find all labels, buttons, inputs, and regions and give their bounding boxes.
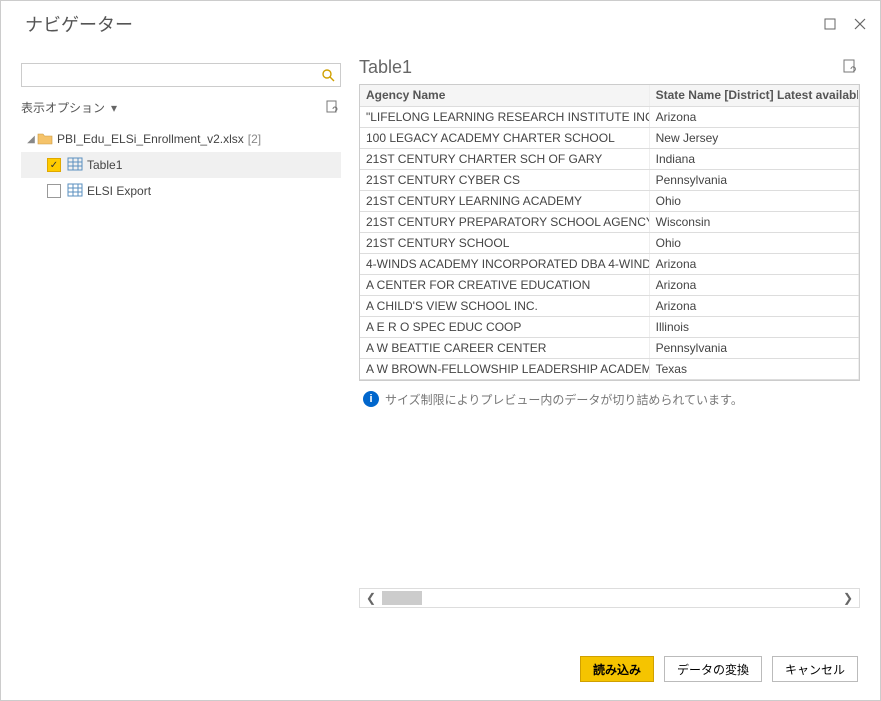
table-row[interactable]: A E R O SPEC EDUC COOPIllinois	[360, 316, 859, 337]
tree-item-label: Table1	[87, 158, 122, 172]
cancel-button[interactable]: キャンセル	[772, 656, 858, 682]
cell: A W BROWN-FELLOWSHIP LEADERSHIP ACADEMY	[360, 358, 649, 379]
table-row[interactable]: 21ST CENTURY PREPARATORY SCHOOL AGENCYWi…	[360, 211, 859, 232]
grid-body: "LIFELONG LEARNING RESEARCH INSTITUTE IN…	[360, 106, 859, 379]
refresh-icon[interactable]	[325, 100, 341, 116]
cell: "LIFELONG LEARNING RESEARCH INSTITUTE IN…	[360, 106, 649, 127]
window-title: ナビゲーター	[25, 11, 818, 37]
cell: 21ST CENTURY CYBER CS	[360, 169, 649, 190]
cell: Arizona	[649, 106, 858, 127]
display-options-label: 表示オプション	[21, 99, 105, 116]
cell: Arizona	[649, 253, 858, 274]
cell: 21ST CENTURY CHARTER SCH OF GARY	[360, 148, 649, 169]
search-input[interactable]	[26, 65, 320, 85]
tree-item-label: ELSI Export	[87, 184, 151, 198]
table-row[interactable]: A W BROWN-FELLOWSHIP LEADERSHIP ACADEMYT…	[360, 358, 859, 379]
preview-title: Table1	[359, 57, 842, 78]
title-bar: ナビゲーター	[1, 1, 880, 43]
cell: Indiana	[649, 148, 858, 169]
info-icon: i	[363, 391, 379, 407]
table-icon	[67, 183, 83, 199]
cell: A E R O SPEC EDUC COOP	[360, 316, 649, 337]
close-icon	[854, 18, 866, 30]
search-icon[interactable]	[320, 67, 336, 83]
truncation-text: サイズ制限によりプレビュー内のデータが切り詰められています。	[385, 391, 743, 408]
cell: 21ST CENTURY SCHOOL	[360, 232, 649, 253]
grid-header-row: Agency NameState Name [District] Latest …	[360, 85, 859, 106]
tree-item-elsi-export[interactable]: ELSI Export	[21, 178, 341, 204]
search-box[interactable]	[21, 63, 341, 87]
dialog-footer: 読み込み データの変換 キャンセル	[1, 640, 880, 700]
cell: Arizona	[649, 295, 858, 316]
cell: New Jersey	[649, 127, 858, 148]
cell: Illinois	[649, 316, 858, 337]
tree-item-table1[interactable]: ✓ Table1	[21, 152, 341, 178]
maximize-button[interactable]	[818, 12, 842, 36]
column-header[interactable]: Agency Name	[360, 85, 649, 106]
navigator-tree: ◢ PBI_Edu_ELSi_Enrollment_v2.xlsx [2] ✓ T…	[21, 126, 341, 204]
column-header[interactable]: State Name [District] Latest available y…	[649, 85, 858, 106]
cell: Pennsylvania	[649, 337, 858, 358]
display-options[interactable]: 表示オプション ▾	[21, 97, 341, 118]
close-button[interactable]	[848, 12, 872, 36]
preview-header: Table1	[359, 57, 860, 78]
expand-arrow-icon[interactable]: ◢	[25, 134, 37, 145]
maximize-icon	[824, 18, 836, 30]
table-row[interactable]: "LIFELONG LEARNING RESEARCH INSTITUTE IN…	[360, 106, 859, 127]
table-row[interactable]: 21ST CENTURY CYBER CSPennsylvania	[360, 169, 859, 190]
cell: A CENTER FOR CREATIVE EDUCATION	[360, 274, 649, 295]
refresh-preview-icon[interactable]	[842, 59, 860, 77]
horizontal-scrollbar[interactable]: ❮ ❯	[359, 588, 860, 608]
cell: 100 LEGACY ACADEMY CHARTER SCHOOL	[360, 127, 649, 148]
preview-pane: Table1 Agency NameState Name [District] …	[341, 43, 860, 640]
cell: A W BEATTIE CAREER CENTER	[360, 337, 649, 358]
file-name: PBI_Edu_ELSi_Enrollment_v2.xlsx	[57, 132, 244, 146]
file-item-count: [2]	[248, 132, 261, 146]
tree-children: ✓ Table1 ELSI Export	[21, 152, 341, 204]
load-button[interactable]: 読み込み	[580, 656, 654, 682]
scroll-left-button[interactable]: ❮	[360, 591, 382, 605]
folder-icon	[37, 131, 53, 147]
navigator-dialog: ナビゲーター 表示オプション ▾	[0, 0, 881, 701]
table-row[interactable]: A CENTER FOR CREATIVE EDUCATIONArizona	[360, 274, 859, 295]
cell: 21ST CENTURY LEARNING ACADEMY	[360, 190, 649, 211]
preview-grid[interactable]: Agency NameState Name [District] Latest …	[359, 84, 860, 381]
table-row[interactable]: A W BEATTIE CAREER CENTERPennsylvania	[360, 337, 859, 358]
cell: 4-WINDS ACADEMY INCORPORATED DBA 4-WINDS…	[360, 253, 649, 274]
cell: Texas	[649, 358, 858, 379]
table-row[interactable]: A CHILD'S VIEW SCHOOL INC.Arizona	[360, 295, 859, 316]
cell: Arizona	[649, 274, 858, 295]
table-row[interactable]: 4-WINDS ACADEMY INCORPORATED DBA 4-WINDS…	[360, 253, 859, 274]
left-pane: 表示オプション ▾ ◢ PBI_Edu_ELSi_Enrollment_v2.x…	[21, 43, 341, 640]
table-row[interactable]: 21ST CENTURY LEARNING ACADEMYOhio	[360, 190, 859, 211]
table-row[interactable]: 21ST CENTURY CHARTER SCH OF GARYIndiana	[360, 148, 859, 169]
scroll-right-button[interactable]: ❯	[837, 591, 859, 605]
table-row[interactable]: 21ST CENTURY SCHOOLOhio	[360, 232, 859, 253]
cell: Ohio	[649, 232, 858, 253]
scroll-track[interactable]	[382, 589, 837, 607]
cell: Ohio	[649, 190, 858, 211]
checkbox[interactable]	[47, 184, 61, 198]
table-icon	[67, 157, 83, 173]
cell: 21ST CENTURY PREPARATORY SCHOOL AGENCY	[360, 211, 649, 232]
tree-file-node[interactable]: ◢ PBI_Edu_ELSi_Enrollment_v2.xlsx [2]	[21, 126, 341, 152]
dialog-body: 表示オプション ▾ ◢ PBI_Edu_ELSi_Enrollment_v2.x…	[1, 43, 880, 640]
transform-button[interactable]: データの変換	[664, 656, 762, 682]
table-row[interactable]: 100 LEGACY ACADEMY CHARTER SCHOOLNew Jer…	[360, 127, 859, 148]
window-controls	[818, 12, 872, 36]
cell: A CHILD'S VIEW SCHOOL INC.	[360, 295, 649, 316]
cell: Pennsylvania	[649, 169, 858, 190]
truncation-note: i サイズ制限によりプレビュー内のデータが切り詰められています。	[359, 381, 860, 418]
cell: Wisconsin	[649, 211, 858, 232]
checkbox[interactable]: ✓	[47, 158, 61, 172]
scroll-thumb[interactable]	[382, 591, 422, 605]
chevron-down-icon: ▾	[111, 101, 117, 115]
